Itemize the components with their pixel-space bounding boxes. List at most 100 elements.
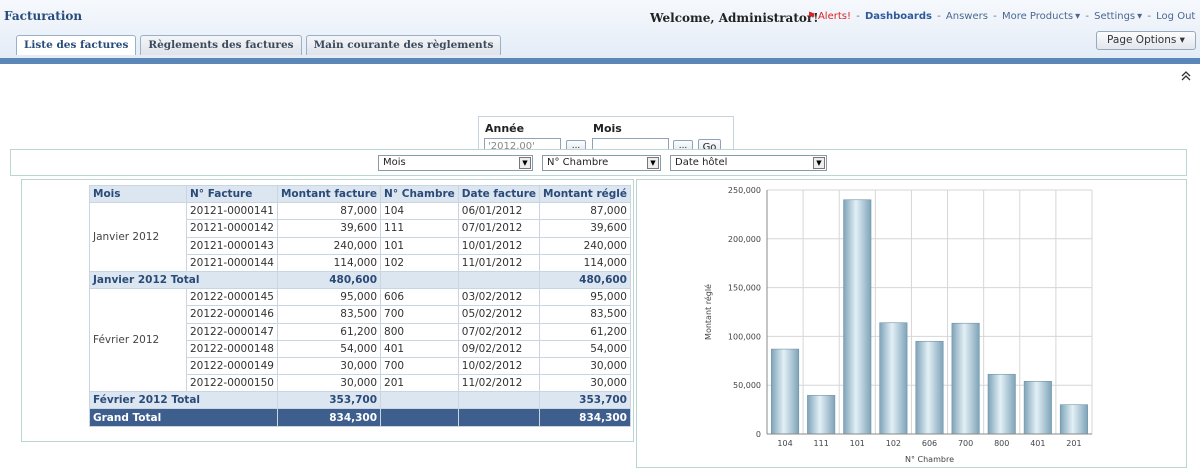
- invoice-amount: 114,000: [276, 253, 382, 272]
- page-options-button[interactable]: Page Options ▾: [1096, 31, 1196, 50]
- room-number: 700: [380, 305, 459, 324]
- bar-chart: 0 50,000 100,000 150,000 200,000 250,000 104 11…: [703, 186, 1093, 464]
- invoice-date: 11/01/2012: [457, 253, 541, 272]
- invoice-date: 07/01/2012: [457, 219, 541, 238]
- welcome-message: Welcome, Administrator!: [650, 11, 819, 25]
- chambre-dropdown[interactable]: N° Chambre ▼: [542, 155, 661, 171]
- x-tick-label: 201: [1066, 439, 1081, 448]
- invoice-date: 05/02/2012: [457, 305, 541, 324]
- invoice-number: 20122-0000150: [186, 374, 278, 393]
- paid-amount: 240,000: [539, 236, 631, 255]
- invoice-date: 09/02/2012: [457, 339, 541, 358]
- tab-reglements-des-factures[interactable]: Règlements des factures: [140, 35, 302, 55]
- invoice-date: 03/02/2012: [457, 288, 541, 307]
- dropdown-arrow-icon[interactable]: ▼: [813, 157, 825, 169]
- invoice-number: 20122-0000148: [186, 339, 278, 358]
- tab-main-courante[interactable]: Main courante des règlements: [305, 35, 502, 55]
- x-tick-label: 401: [1030, 439, 1045, 448]
- dropdown-arrow-icon[interactable]: ▼: [519, 157, 531, 169]
- column-header[interactable]: N° Chambre: [380, 184, 459, 204]
- column-header[interactable]: N° Facture: [186, 184, 278, 204]
- subtotal-invoice-amount: 353,700: [276, 391, 382, 410]
- invoice-amount: 39,600: [276, 219, 382, 238]
- paid-amount: 30,000: [539, 356, 631, 376]
- month-cell: Février 2012: [89, 288, 187, 393]
- chevron-down-icon[interactable]: ▾: [1075, 11, 1080, 22]
- column-header[interactable]: Montant réglé: [539, 184, 631, 204]
- paid-amount: 83,500: [539, 305, 631, 324]
- invoice-amount: 30,000: [276, 356, 382, 376]
- settings-menu[interactable]: Settings: [1094, 11, 1135, 22]
- subtotal-label: Février 2012 Total: [89, 391, 278, 410]
- chart-bar: [915, 340, 944, 435]
- answers-link[interactable]: Answers: [946, 11, 988, 22]
- page-tabs: Liste des factures Règlements des factur…: [16, 35, 505, 55]
- alert-flag-icon: ⚑: [807, 11, 816, 22]
- room-number: 800: [380, 322, 459, 341]
- column-header[interactable]: Date facture: [457, 184, 541, 204]
- subtotal-label: Janvier 2012 Total: [89, 270, 278, 290]
- dropdown-value: N° Chambre: [547, 157, 609, 168]
- chevron-down-icon: ▾: [1179, 34, 1185, 46]
- x-tick-label: 606: [922, 439, 937, 448]
- chart-bar: [987, 373, 1016, 435]
- alerts-link[interactable]: Alerts!: [818, 11, 851, 22]
- invoice-number: 20122-0000145: [186, 288, 278, 307]
- invoice-date: 11/02/2012: [457, 374, 541, 393]
- mois-dropdown[interactable]: Mois ▼: [378, 155, 533, 171]
- paid-amount: 114,000: [539, 253, 631, 272]
- invoice-number: 20122-0000147: [186, 322, 278, 341]
- y-tick-label: 0: [756, 430, 761, 439]
- dashboards-link[interactable]: Dashboards: [865, 11, 932, 22]
- tab-liste-des-factures[interactable]: Liste des factures: [16, 35, 137, 55]
- invoice-date: 07/02/2012: [457, 322, 541, 341]
- paid-amount: 95,000: [539, 288, 631, 307]
- x-tick-label: 104: [777, 439, 792, 448]
- subtotal-row: Février 2012 Total 353,700 353,700: [89, 391, 631, 410]
- subtotal-row: Janvier 2012 Total 480,600 480,600: [89, 270, 631, 290]
- invoice-number: 20122-0000146: [186, 305, 278, 324]
- y-tick-label: 200,000: [728, 235, 761, 244]
- chart-bar: [843, 199, 872, 435]
- app-title: Facturation: [4, 9, 83, 23]
- chart-bar: [1023, 380, 1052, 435]
- invoice-amount: 30,000: [276, 374, 382, 393]
- x-tick-label: 700: [958, 439, 973, 448]
- x-tick-label: 111: [814, 439, 829, 448]
- room-number: 104: [380, 202, 459, 221]
- dropdown-value: Date hôtel: [675, 157, 728, 168]
- table-row: Février 2012 20122-0000145 95,000 606 03…: [89, 288, 631, 393]
- mois-label: Mois: [593, 122, 622, 135]
- room-number: 102: [380, 253, 459, 272]
- y-tick-label: 100,000: [728, 332, 761, 341]
- more-products-menu[interactable]: More Products: [1002, 11, 1073, 22]
- grand-total-paid-amount: 834,300: [539, 408, 631, 427]
- y-tick-label: 250,000: [728, 186, 761, 195]
- pivot-table-panel: Mois N° Facture Montant facture N° Chamb…: [21, 179, 634, 442]
- dropdown-value: Mois: [383, 157, 406, 168]
- invoice-number: 20122-0000149: [186, 356, 278, 376]
- chart-bar: [951, 322, 980, 435]
- column-header[interactable]: Mois: [89, 184, 187, 204]
- date-hotel-dropdown[interactable]: Date hôtel ▼: [670, 155, 827, 171]
- dropdown-arrow-icon[interactable]: ▼: [647, 157, 659, 169]
- subtotal-paid-amount: 353,700: [539, 391, 631, 410]
- subtotal-paid-amount: 480,600: [539, 270, 631, 290]
- logout-link[interactable]: Log Out: [1156, 11, 1195, 22]
- collapse-icon[interactable]: [1180, 70, 1192, 82]
- invoice-date: 10/01/2012: [457, 236, 541, 255]
- room-number: 700: [380, 356, 459, 376]
- column-header[interactable]: Montant facture: [276, 184, 382, 204]
- x-tick-label: 101: [850, 439, 865, 448]
- invoice-amount: 95,000: [276, 288, 382, 307]
- y-tick-label: 150,000: [728, 284, 761, 293]
- invoice-number: 20121-0000143: [186, 236, 278, 255]
- table-row: Janvier 2012 20121-0000141 87,000 104 06…: [89, 202, 631, 272]
- invoice-number: 20121-0000144: [186, 253, 278, 272]
- subtotal-invoice-amount: 480,600: [276, 270, 382, 290]
- y-tick-label: 50,000: [733, 381, 761, 390]
- chevron-down-icon[interactable]: ▾: [1137, 11, 1142, 22]
- grand-total-label: Grand Total: [89, 408, 278, 427]
- invoice-amount: 87,000: [276, 202, 382, 221]
- table-header-row: Mois N° Facture Montant facture N° Chamb…: [89, 184, 631, 204]
